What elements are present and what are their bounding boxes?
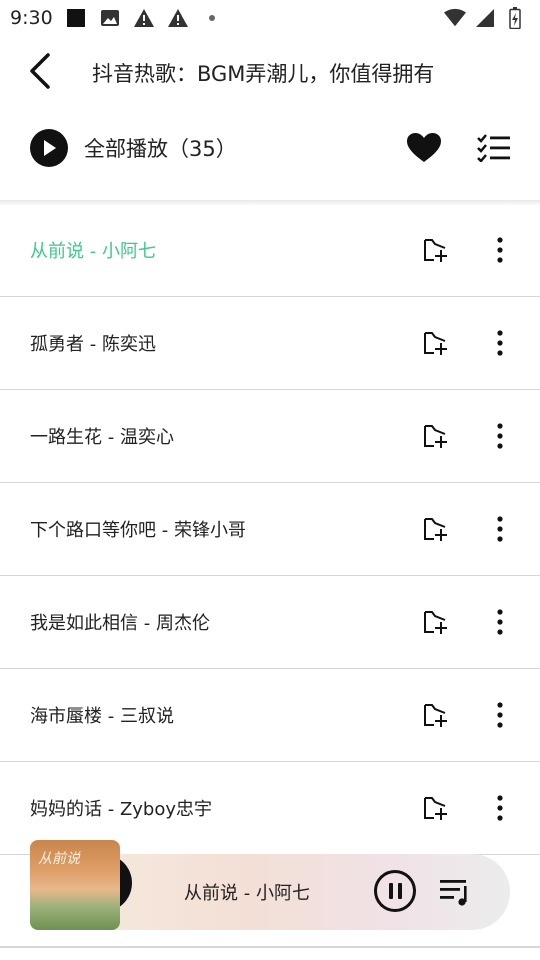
more-vertical-icon[interactable] — [480, 788, 520, 828]
more-vertical-icon[interactable] — [480, 509, 520, 549]
song-title: 我是如此相信 - 周杰伦 — [30, 613, 210, 634]
battery-icon — [504, 7, 526, 29]
page-title: 抖音热歌：BGM弄潮儿，你值得拥有 — [92, 62, 435, 86]
add-to-playlist-icon[interactable] — [416, 602, 456, 642]
more-vertical-icon[interactable] — [480, 602, 520, 642]
list-item[interactable]: 海市蜃楼 - 三叔说 — [0, 669, 540, 762]
app-square-icon — [65, 7, 87, 29]
cover-title: 从前说 — [38, 851, 80, 867]
add-to-playlist-icon[interactable] — [416, 323, 456, 363]
more-vertical-icon[interactable] — [480, 416, 520, 456]
mini-player[interactable]: 从前说 从前说 - 小阿七 — [30, 840, 510, 930]
list-item[interactable]: 一路生花 - 温奕心 — [0, 390, 540, 483]
play-all-label: 全部播放（35） — [84, 137, 237, 161]
add-to-playlist-icon[interactable] — [416, 416, 456, 456]
add-to-playlist-icon[interactable] — [416, 509, 456, 549]
page-header: 抖音热歌：BGM弄潮儿，你值得拥有 — [0, 42, 540, 104]
more-vertical-icon[interactable] — [480, 323, 520, 363]
song-list: 从前说 - 小阿七 孤勇者 - 陈奕迅 一路生花 - 温奕心 下个路口等你吧 -… — [0, 204, 540, 855]
add-to-playlist-icon[interactable] — [416, 788, 456, 828]
add-to-playlist-icon[interactable] — [416, 230, 456, 270]
list-item[interactable]: 我是如此相信 - 周杰伦 — [0, 576, 540, 669]
checklist-icon[interactable] — [474, 128, 514, 168]
playlist-queue-button[interactable] — [438, 874, 474, 910]
play-icon — [30, 129, 68, 167]
song-title: 下个路口等你吧 - 荣锋小哥 — [30, 520, 246, 541]
warning-icon — [133, 7, 155, 29]
chevron-left-icon — [28, 53, 52, 93]
now-playing-title: 从前说 - 小阿七 — [184, 883, 310, 904]
song-title: 孤勇者 - 陈奕迅 — [30, 334, 156, 355]
pause-icon — [388, 883, 393, 899]
queue-icon — [438, 880, 472, 912]
list-item[interactable]: 从前说 - 小阿七 — [0, 204, 540, 297]
song-title: 从前说 - 小阿七 — [30, 241, 156, 262]
dot-icon — [201, 7, 223, 29]
song-title: 一路生花 - 温奕心 — [30, 427, 174, 448]
image-icon — [99, 7, 121, 29]
song-title: 海市蜃楼 - 三叔说 — [30, 706, 174, 727]
signal-icon — [474, 7, 496, 29]
list-item[interactable]: 孤勇者 - 陈奕迅 — [0, 297, 540, 390]
pause-button[interactable] — [374, 870, 416, 912]
pause-icon-bar — [397, 883, 402, 899]
playlist-toolbar: 全部播放（35） — [0, 116, 540, 180]
back-button[interactable] — [18, 51, 62, 95]
more-vertical-icon[interactable] — [480, 230, 520, 270]
status-bar: 9:30 — [0, 0, 540, 36]
warning-icon — [167, 7, 189, 29]
album-art[interactable]: 从前说 — [30, 840, 132, 930]
status-time: 9:30 — [10, 7, 53, 29]
list-divider — [0, 946, 540, 948]
more-vertical-icon[interactable] — [480, 695, 520, 735]
add-to-playlist-icon[interactable] — [416, 695, 456, 735]
album-cover: 从前说 — [30, 840, 120, 930]
play-all-button[interactable]: 全部播放（35） — [30, 129, 237, 167]
heart-icon[interactable] — [404, 128, 444, 168]
wifi-icon — [444, 7, 466, 29]
list-item[interactable]: 下个路口等你吧 - 荣锋小哥 — [0, 483, 540, 576]
song-title: 妈妈的话 - Zyboy忠宇 — [30, 799, 213, 820]
